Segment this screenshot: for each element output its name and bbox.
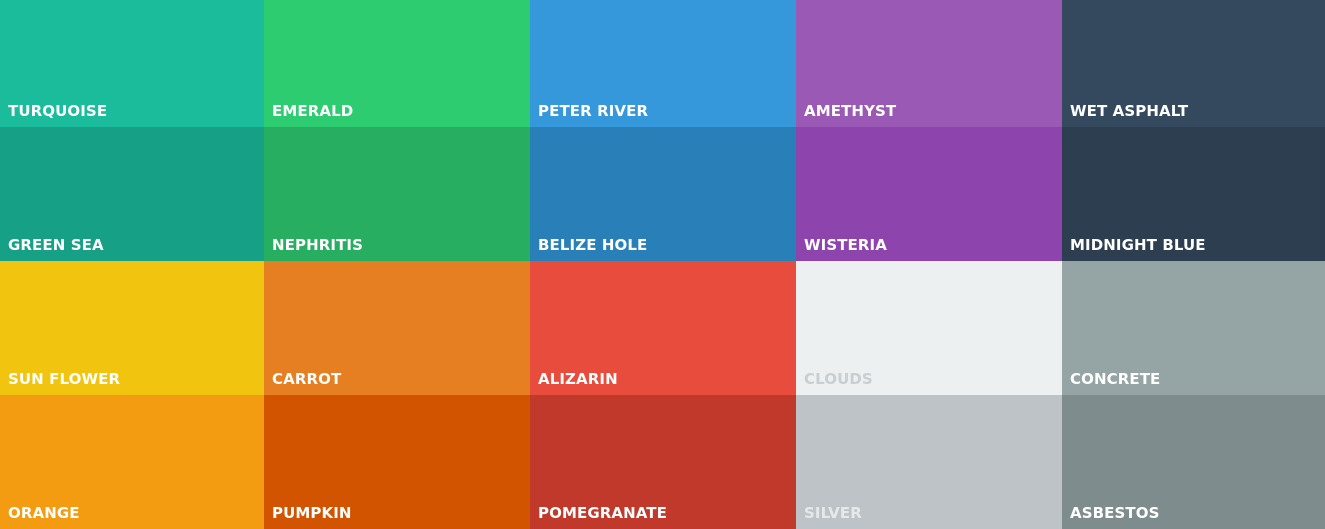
swatch-label: POMEGRANATE <box>538 504 667 522</box>
swatch-belize-hole[interactable]: BELIZE HOLE <box>530 127 796 261</box>
swatch-label: ASBESTOS <box>1070 504 1160 522</box>
swatch-label: SILVER <box>804 504 862 522</box>
swatch-pumpkin[interactable]: PUMPKIN <box>264 395 530 529</box>
swatch-silver[interactable]: SILVER <box>796 395 1062 529</box>
swatch-label: MIDNIGHT BLUE <box>1070 236 1206 254</box>
swatch-label: TURQUOISE <box>8 102 108 120</box>
swatch-sun-flower[interactable]: SUN FLOWER <box>0 261 264 395</box>
swatch-pomegranate[interactable]: POMEGRANATE <box>530 395 796 529</box>
swatch-clouds[interactable]: CLOUDS <box>796 261 1062 395</box>
swatch-label: BELIZE HOLE <box>538 236 648 254</box>
swatch-label: CONCRETE <box>1070 370 1161 388</box>
swatch-carrot[interactable]: CARROT <box>264 261 530 395</box>
swatch-peter-river[interactable]: PETER RIVER <box>530 0 796 127</box>
swatch-nephritis[interactable]: NEPHRITIS <box>264 127 530 261</box>
swatch-label: ALIZARIN <box>538 370 618 388</box>
swatch-label: NEPHRITIS <box>272 236 363 254</box>
swatch-wet-asphalt[interactable]: WET ASPHALT <box>1062 0 1325 127</box>
swatch-label: WISTERIA <box>804 236 887 254</box>
swatch-label: GREEN SEA <box>8 236 104 254</box>
color-palette-grid: TURQUOISE EMERALD PETER RIVER AMETHYST W… <box>0 0 1325 529</box>
swatch-wisteria[interactable]: WISTERIA <box>796 127 1062 261</box>
swatch-label: SUN FLOWER <box>8 370 121 388</box>
swatch-green-sea[interactable]: GREEN SEA <box>0 127 264 261</box>
swatch-alizarin[interactable]: ALIZARIN <box>530 261 796 395</box>
swatch-emerald[interactable]: EMERALD <box>264 0 530 127</box>
swatch-label: AMETHYST <box>804 102 897 120</box>
swatch-label: WET ASPHALT <box>1070 102 1189 120</box>
swatch-turquoise[interactable]: TURQUOISE <box>0 0 264 127</box>
swatch-label: EMERALD <box>272 102 354 120</box>
swatch-label: PUMPKIN <box>272 504 352 522</box>
swatch-label: PETER RIVER <box>538 102 649 120</box>
swatch-concrete[interactable]: CONCRETE <box>1062 261 1325 395</box>
swatch-label: CLOUDS <box>804 370 873 388</box>
swatch-orange[interactable]: ORANGE <box>0 395 264 529</box>
swatch-label: CARROT <box>272 370 342 388</box>
swatch-label: ORANGE <box>8 504 80 522</box>
swatch-amethyst[interactable]: AMETHYST <box>796 0 1062 127</box>
swatch-asbestos[interactable]: ASBESTOS <box>1062 395 1325 529</box>
swatch-midnight-blue[interactable]: MIDNIGHT BLUE <box>1062 127 1325 261</box>
